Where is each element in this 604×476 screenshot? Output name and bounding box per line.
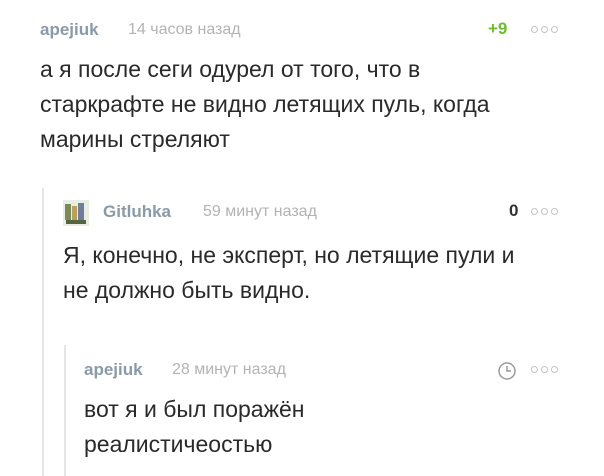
- comment-header: apejiuk 28 минут назад: [84, 356, 580, 382]
- thread-line: [64, 345, 66, 476]
- comment: apejiuk 28 минут назад вот я и был пораж…: [84, 356, 580, 462]
- avatar[interactable]: [63, 200, 89, 226]
- clock-icon[interactable]: [497, 361, 517, 381]
- comment-text: Я, конечно, не эксперт, но летящие пули …: [63, 242, 515, 303]
- comment-text: а я после сеги одурел от того, что в ста…: [40, 56, 490, 152]
- author-name[interactable]: apejiuk: [84, 360, 143, 380]
- thread-line: [42, 188, 44, 476]
- more-dots-icon[interactable]: [531, 208, 558, 215]
- comment-time[interactable]: 59 минут назад: [203, 203, 317, 221]
- comment-header: apejiuk 14 часов назад +9: [40, 16, 580, 42]
- author-name[interactable]: apejiuk: [40, 20, 99, 40]
- comment-rating: +9: [488, 19, 508, 38]
- comment-time[interactable]: 28 минут назад: [172, 361, 286, 379]
- comment-rating: 0: [509, 201, 519, 220]
- comment: apejiuk 14 часов назад +9 а я после сеги…: [40, 16, 580, 157]
- more-dots-icon[interactable]: [531, 366, 558, 373]
- comment: Gitluhka 59 минут назад 0 Я, конечно, не…: [63, 198, 580, 308]
- comment-header: Gitluhka 59 минут назад 0: [63, 198, 580, 226]
- author-name[interactable]: Gitluhka: [103, 202, 171, 222]
- comment-text: вот я и был поражён реалистичеостью: [84, 396, 305, 457]
- more-dots-icon[interactable]: [531, 26, 558, 33]
- comment-time[interactable]: 14 часов назад: [128, 21, 241, 39]
